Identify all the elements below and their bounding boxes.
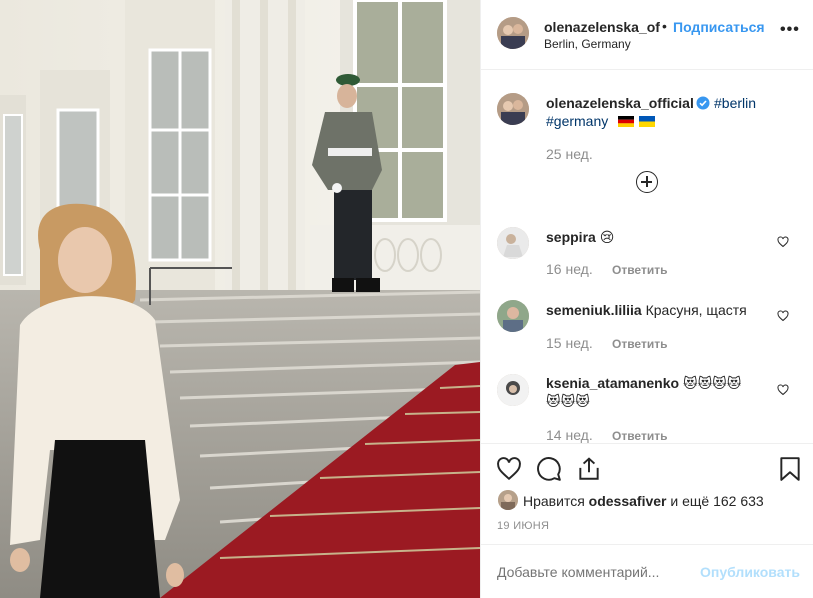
post-date[interactable]: 19 ИЮНЯ <box>497 520 549 532</box>
comment-username[interactable]: ksenia_atamanenko 😻😻😻😻 <box>546 375 741 392</box>
comment-timestamp[interactable]: 14 нед. <box>546 427 593 443</box>
ellipsis-icon[interactable]: ••• <box>780 21 800 39</box>
header-separator: • <box>662 18 667 34</box>
commenter-avatar[interactable] <box>497 374 529 406</box>
post-photo[interactable] <box>0 0 480 598</box>
flag-germany-icon <box>618 116 634 127</box>
post-actions-bar: Нравится odessafiver и ещё 162 633 19 ИЮ… <box>481 443 813 543</box>
hashtag-germany[interactable]: #germany <box>546 113 608 129</box>
bookmark-icon[interactable] <box>777 456 803 482</box>
author-username[interactable]: olenazelenska_of <box>544 19 660 35</box>
comment-timestamp[interactable]: 16 нед. <box>546 261 593 277</box>
comment-input[interactable] <box>497 564 687 580</box>
heart-icon[interactable] <box>496 456 522 482</box>
verified-badge-icon <box>696 96 710 110</box>
likes-text[interactable]: Нравится odessafiver и ещё 162 633 <box>523 493 764 509</box>
post-image <box>0 0 480 598</box>
post-side-panel: olenazelenska_of • Подписаться Berlin, G… <box>480 0 813 598</box>
instagram-post-view: olenazelenska_of • Подписаться Berlin, G… <box>0 0 813 598</box>
flag-ukraine-icon <box>639 116 655 127</box>
author-avatar[interactable] <box>497 17 529 49</box>
like-comment-heart-icon[interactable] <box>777 384 789 396</box>
load-more-comments-button[interactable] <box>636 171 658 193</box>
publish-button[interactable]: Опубликовать <box>700 564 800 580</box>
caption-username[interactable]: olenazelenska_official <box>546 95 694 111</box>
comment-icon[interactable] <box>536 456 562 482</box>
comment-text: 😢 <box>599 229 615 245</box>
comment-text-continued: 😻😻😻 <box>546 393 590 409</box>
comment-username[interactable]: seppira 😢 <box>546 229 614 246</box>
liker-avatar[interactable] <box>498 490 518 510</box>
commenter-avatar[interactable] <box>497 227 529 259</box>
like-comment-heart-icon[interactable] <box>777 236 789 248</box>
reply-button[interactable]: Ответить <box>612 337 667 351</box>
reply-button[interactable]: Ответить <box>612 263 667 277</box>
comment-text: 😻😻😻😻 <box>682 375 742 391</box>
post-location[interactable]: Berlin, Germany <box>544 37 631 51</box>
follow-button[interactable]: Подписаться <box>673 19 765 35</box>
comment-username[interactable]: semeniuk.liliia Красуня, щастя <box>546 302 747 318</box>
comment-timestamp[interactable]: 15 нед. <box>546 335 593 351</box>
caption-timestamp[interactable]: 25 нед. <box>546 146 593 162</box>
hashtag-berlin[interactable]: #berlin <box>714 95 756 111</box>
post-header: olenazelenska_of • Подписаться Berlin, G… <box>481 0 813 70</box>
comment-text: Красуня, щастя <box>645 302 747 318</box>
like-comment-heart-icon[interactable] <box>777 310 789 322</box>
liker-username[interactable]: odessafiver <box>589 493 667 509</box>
add-comment-bar: Опубликовать <box>481 544 813 598</box>
commenter-avatar[interactable] <box>497 300 529 332</box>
reply-button[interactable]: Ответить <box>612 429 667 443</box>
caption-author-avatar[interactable] <box>497 93 529 125</box>
share-icon[interactable] <box>576 456 602 482</box>
